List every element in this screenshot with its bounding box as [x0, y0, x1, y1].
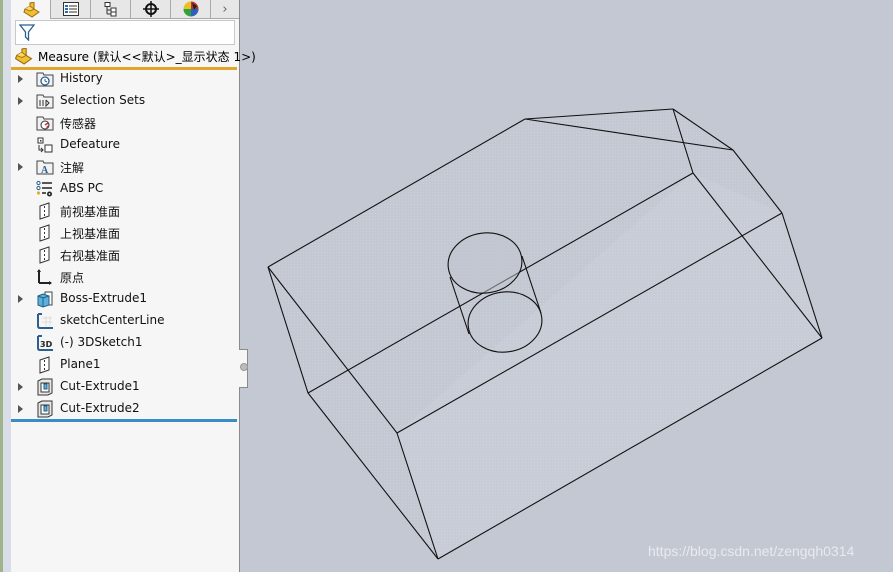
- tree-item-label: Cut-Extrude1: [60, 379, 140, 393]
- tree-item-right-plane[interactable]: 右视基准面: [11, 244, 237, 266]
- tree-item-label: 前视基准面: [60, 205, 121, 219]
- boss-extrude-icon: [37, 291, 53, 308]
- part-icon: [22, 1, 40, 18]
- svg-text:3D: 3D: [40, 340, 53, 349]
- tab-display-manager[interactable]: [171, 0, 211, 18]
- annotations-folder-icon: A: [36, 160, 54, 176]
- sketch-icon: [37, 313, 53, 329]
- tabs-scroll-right-button[interactable]: ›: [211, 0, 239, 18]
- plane-icon: [39, 356, 50, 374]
- plane-icon: [39, 224, 50, 242]
- crosshair-icon: [142, 1, 159, 17]
- tree-item-label: Plane1: [60, 357, 101, 371]
- feature-manager-panel: › Measure (默认<<默认>_显示状态 1>) History Sele…: [11, 0, 256, 572]
- tree-item-label: (-) 3DSketch1: [60, 335, 143, 349]
- plane-icon: [39, 246, 50, 264]
- tree-root-part[interactable]: Measure (默认<<默认>_显示状态 1>): [13, 46, 256, 66]
- tree-root-label: Measure (默认<<默认>_显示状态 1>): [38, 49, 256, 64]
- tree-item-plane1[interactable]: Plane1: [11, 354, 237, 376]
- rollback-bar[interactable]: [11, 419, 237, 422]
- tree-item-label: ABS PC: [60, 181, 104, 195]
- tree-item-label: Selection Sets: [60, 93, 146, 107]
- tree-item-cut-extrude2[interactable]: Cut-Extrude2: [11, 398, 237, 420]
- tree-item-label: 原点: [60, 271, 85, 285]
- graphics-viewport[interactable]: [248, 0, 893, 572]
- tree-item-material[interactable]: ABS PC: [11, 178, 237, 200]
- sensors-folder-icon: [36, 116, 54, 131]
- expand-arrow-icon[interactable]: [18, 383, 23, 391]
- tree-item-history[interactable]: History: [11, 68, 237, 90]
- expand-arrow-icon[interactable]: [18, 163, 23, 171]
- plane-icon: [39, 202, 50, 220]
- tree-item-boss-extrude1[interactable]: Boss-Extrude1: [11, 288, 237, 310]
- 3d-sketch-icon: 3D: [37, 335, 53, 351]
- expand-arrow-icon[interactable]: [18, 405, 23, 413]
- tree-item-selection-sets[interactable]: Selection Sets: [11, 90, 237, 112]
- tree-item-top-plane[interactable]: 上视基准面: [11, 222, 237, 244]
- cut-extrude-icon: [37, 378, 53, 396]
- configuration-icon: [104, 1, 116, 16]
- origin-icon: [37, 269, 52, 285]
- tree-item-3dsketch1[interactable]: 3D (-) 3DSketch1: [11, 332, 237, 354]
- tree-item-label: Boss-Extrude1: [60, 291, 147, 305]
- transparent-model[interactable]: [267, 108, 823, 560]
- cut-extrude-icon: [37, 400, 53, 418]
- tab-property-manager[interactable]: [51, 0, 91, 18]
- expand-arrow-icon[interactable]: [18, 75, 23, 83]
- appearance-ball-icon: [183, 1, 198, 17]
- expand-arrow-icon[interactable]: [18, 295, 23, 303]
- history-folder-icon: [36, 72, 54, 87]
- expand-arrow-icon[interactable]: [18, 97, 23, 105]
- tree-item-front-plane[interactable]: 前视基准面: [11, 200, 237, 222]
- svg-text:A: A: [41, 165, 49, 176]
- filter-icon: [19, 24, 35, 41]
- tree-item-sensors[interactable]: 传感器: [11, 112, 237, 134]
- property-list-icon: [62, 2, 79, 16]
- selection-sets-folder-icon: [36, 94, 54, 109]
- part-icon: [14, 47, 33, 65]
- tree-item-label: 传感器: [60, 117, 97, 131]
- tree-filter-input[interactable]: [15, 20, 235, 45]
- tab-feature-manager[interactable]: [11, 0, 51, 19]
- tree-item-label: 右视基准面: [60, 249, 121, 263]
- manager-tabs: ›: [11, 0, 239, 19]
- tree-item-label: 上视基准面: [60, 227, 121, 241]
- defeature-icon: [37, 137, 53, 153]
- tree-item-defeature[interactable]: Defeature: [11, 134, 237, 156]
- tree-item-label: sketchCenterLine: [60, 313, 165, 327]
- panel-collapse-dot-icon[interactable]: [240, 363, 248, 371]
- tree-item-origin[interactable]: 原点: [11, 266, 237, 288]
- tree-item-label: Cut-Extrude2: [60, 401, 140, 415]
- tree-item-annotations[interactable]: A 注解: [11, 156, 237, 178]
- tree-item-label: Defeature: [60, 137, 120, 151]
- tree-item-cut-extrude1[interactable]: Cut-Extrude1: [11, 376, 237, 398]
- tree-item-sketch-center-line[interactable]: sketchCenterLine: [11, 310, 237, 332]
- tree-item-label: 注解: [60, 161, 85, 175]
- tab-configuration-manager[interactable]: [91, 0, 131, 18]
- tree-item-label: History: [60, 71, 103, 85]
- watermark-text: https://blog.csdn.net/zengqh0314: [648, 543, 855, 559]
- tab-dimxpert-manager[interactable]: [131, 0, 171, 18]
- material-icon: [36, 180, 52, 197]
